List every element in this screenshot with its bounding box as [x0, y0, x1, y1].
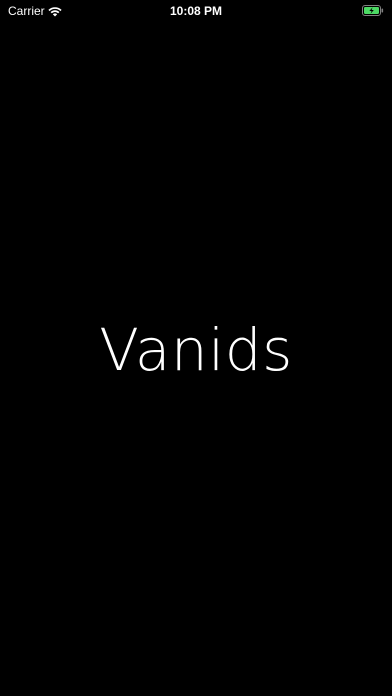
- status-bar: Carrier 10:08 PM: [0, 0, 392, 22]
- battery-charging-icon: [362, 5, 384, 16]
- app-title: Vanids: [99, 316, 293, 384]
- status-time: 10:08 PM: [169, 4, 223, 18]
